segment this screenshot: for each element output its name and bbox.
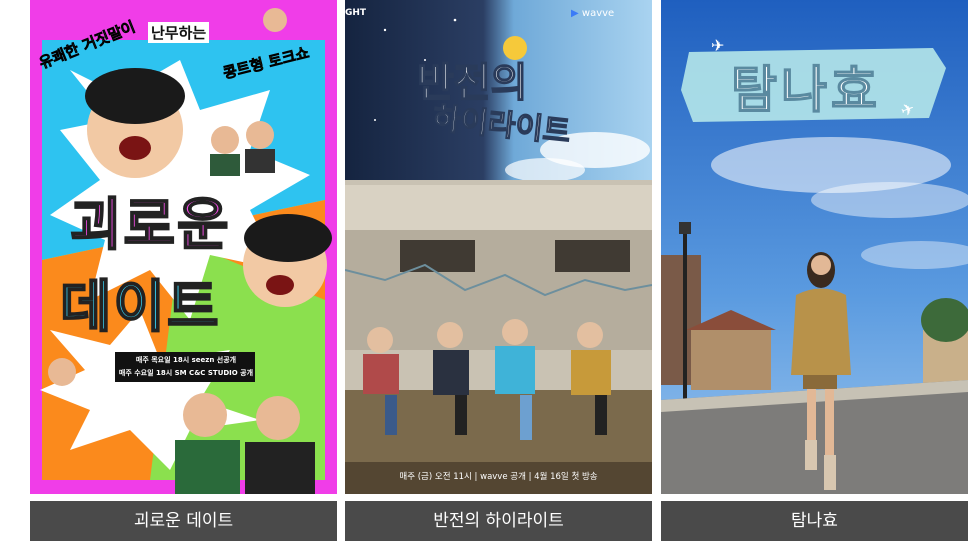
poster2-corner-text: GHT [345,8,367,18]
poster1-schedule: 매주 목요일 18시 seezn 선공개 매주 수요일 18시 SM C&C S… [118,354,254,380]
poster1-title-line1: 괴로운 [69,192,231,259]
poster-image-1[interactable]: 유쾌한 거짓말이 난무하는 콩트형 토크쇼 괴로운 데이트 매주 목요일 18시… [30,0,337,494]
poster3-title: 탐나효 [730,60,881,120]
caption-3[interactable]: 탐나효 [661,501,968,541]
airplane-icon: ✈ [711,36,725,55]
poster1-schedule-line2: 매주 수요일 18시 SM C&C STUDIO 공개 [118,369,254,377]
poster1-schedule-line1: 매주 목요일 18시 seezn 선공개 [135,356,237,364]
program-card-3[interactable]: 탐나효 ✈ ✈ 탐나효 [661,0,968,541]
caption-1-text: 괴로운 데이트 [133,511,234,531]
poster2-brand: ▶ wavve [571,8,614,19]
play-icon: ▶ [571,8,579,19]
poster-image-3[interactable]: 탐나효 ✈ ✈ [661,0,968,494]
poster1-tagline-mid: 난무하는 [148,22,210,43]
poster1-title-line2: 데이트 [59,274,221,341]
poster-image-2[interactable]: GHT ▶ wavve 반전의 하이라이트 매주 (금) 오전 11시 | wa… [345,0,652,494]
caption-2[interactable]: 반전의 하이라이트 [345,501,652,541]
caption-3-text: 탐나효 [791,511,838,531]
program-card-1[interactable]: 유쾌한 거짓말이 난무하는 콩트형 토크쇼 괴로운 데이트 매주 목요일 18시… [30,0,337,541]
caption-2-text: 반전의 하이라이트 [433,511,564,531]
caption-1[interactable]: 괴로운 데이트 [30,501,337,541]
poster2-brand-text: wavve [581,8,615,19]
poster2-bottom-line: 매주 (금) 오전 11시 | wavve 공개 | 4월 16일 첫 방송 [399,472,598,482]
program-card-2[interactable]: GHT ▶ wavve 반전의 하이라이트 매주 (금) 오전 11시 | wa… [345,0,652,541]
